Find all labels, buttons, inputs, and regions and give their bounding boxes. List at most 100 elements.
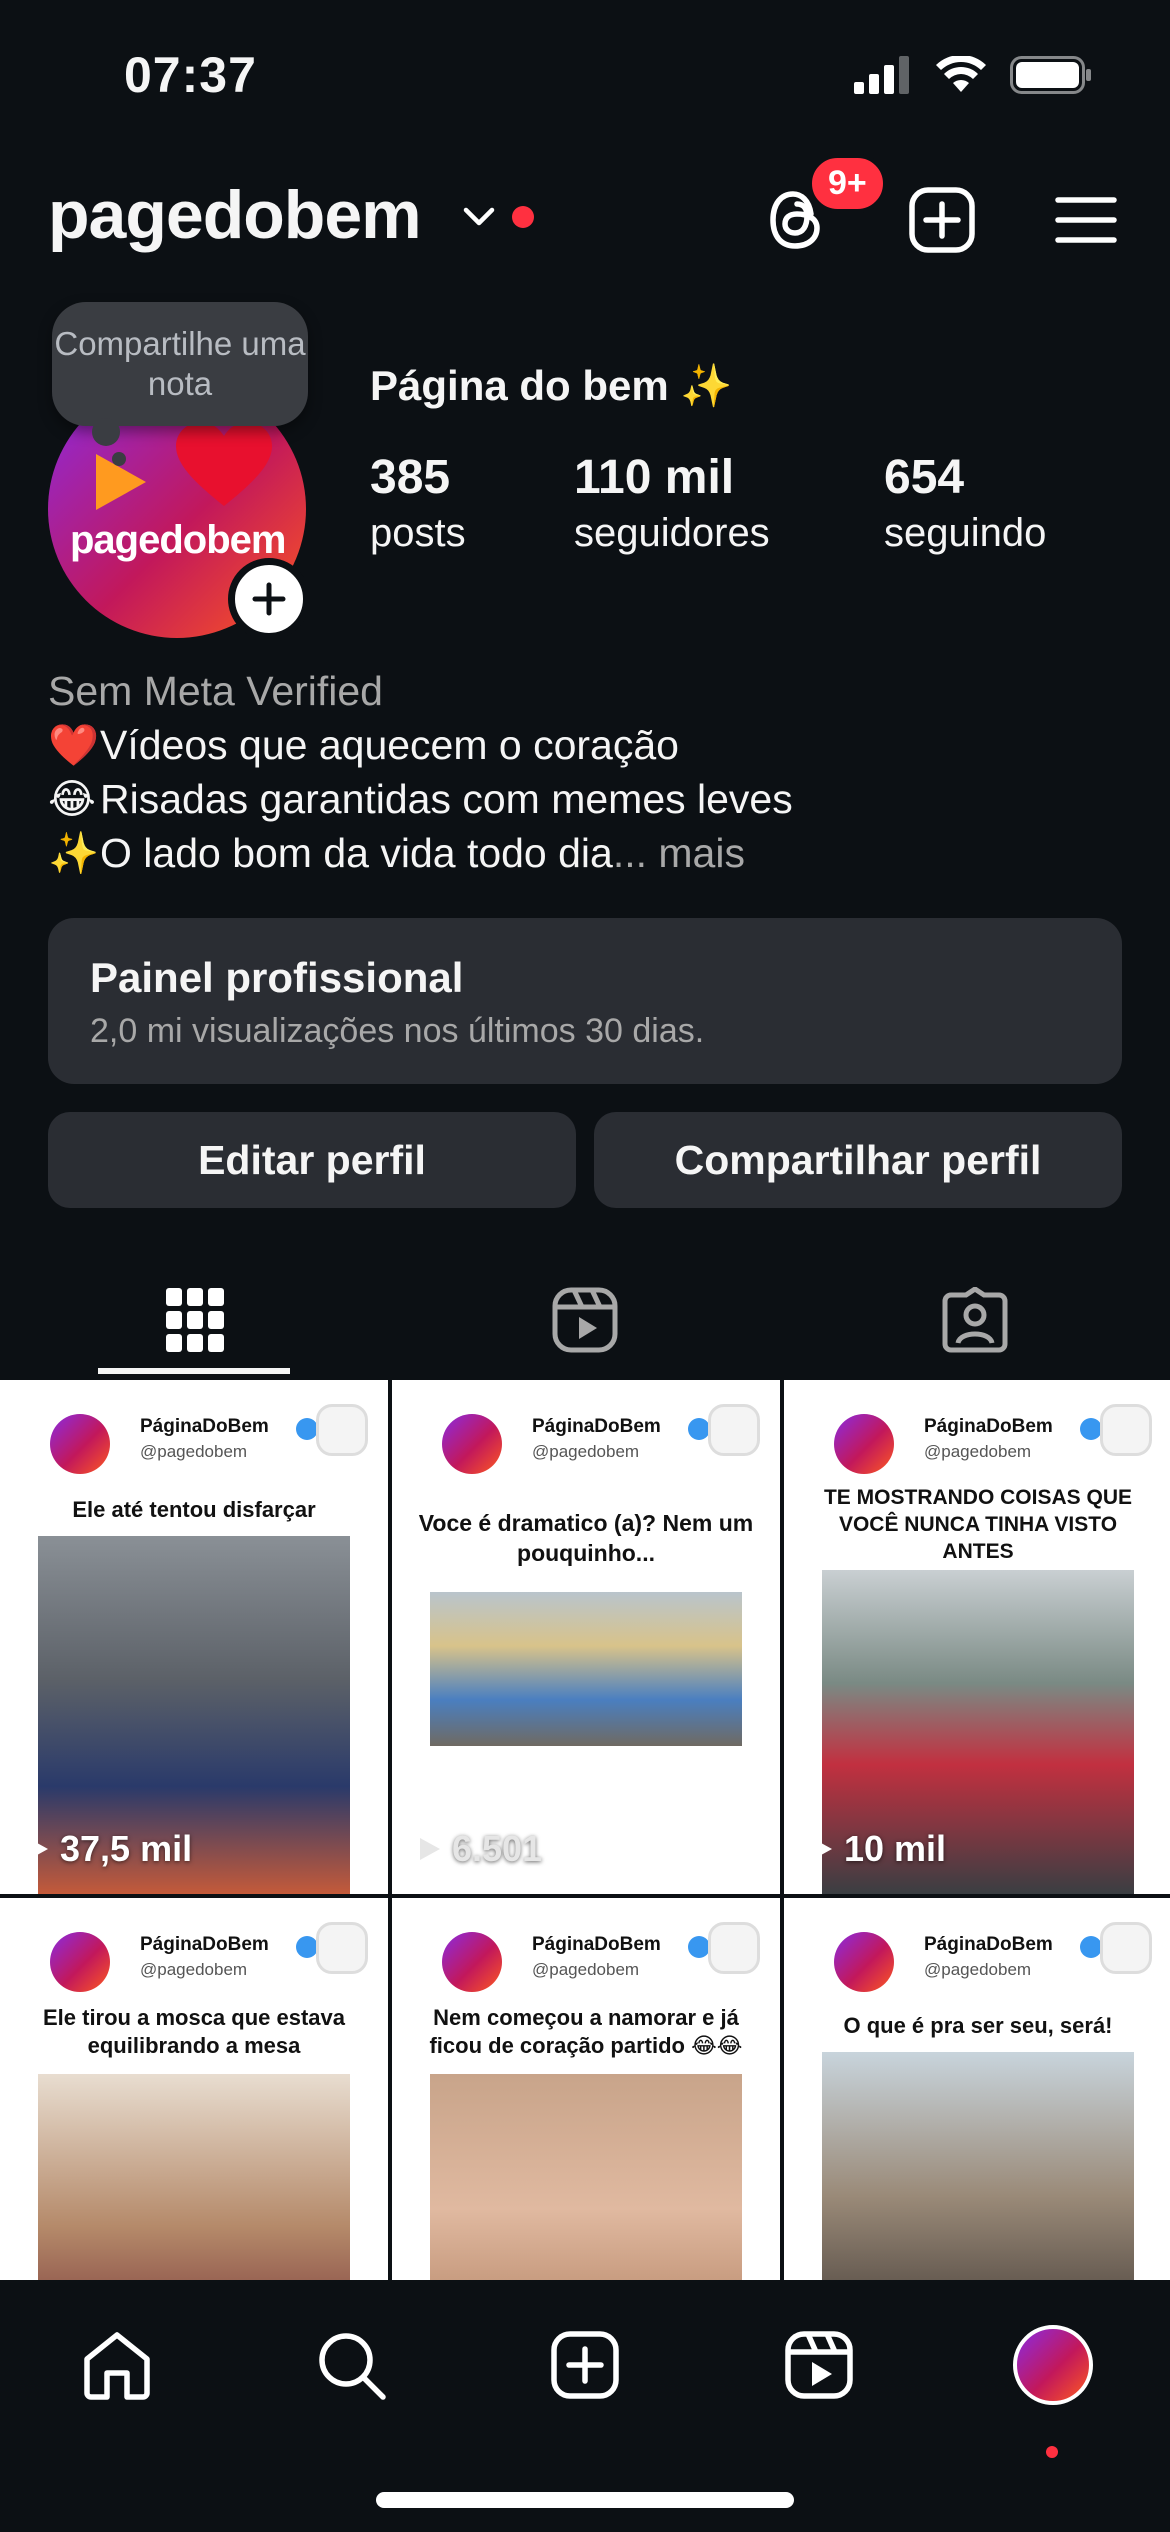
notification-dot — [512, 206, 534, 228]
profile-avatar-icon — [1013, 2325, 1093, 2405]
account-switcher-username[interactable]: pagedobem — [48, 176, 422, 254]
post-photo — [430, 1592, 742, 1746]
post-header: PáginaDoBem @pagedobem — [0, 1380, 388, 1474]
menu-icon — [1055, 197, 1117, 243]
cellular-signal-icon — [854, 56, 909, 94]
reel-icon — [316, 1404, 368, 1456]
nav-search[interactable] — [306, 2320, 396, 2410]
stat-label: seguindo — [884, 511, 1047, 555]
stat-followers[interactable]: 110 mil seguidores — [574, 450, 770, 556]
post-avatar — [442, 1414, 502, 1474]
post-avatar — [834, 1414, 894, 1474]
post-thumbnail[interactable]: PáginaDoBem @pagedobem Ele tirou a mosca… — [0, 1898, 388, 2280]
menu-button[interactable] — [1046, 180, 1126, 260]
view-count-text: 10 mil — [844, 1828, 947, 1869]
stat-posts[interactable]: 385 posts — [370, 450, 466, 556]
active-tab-indicator — [98, 1368, 290, 1374]
home-icon — [84, 2332, 150, 2400]
note-bubble[interactable]: Compartilhe uma nota — [52, 302, 308, 426]
share-profile-button[interactable]: Compartilhar perfil — [594, 1112, 1122, 1208]
note-bubble-tail-small — [112, 452, 126, 466]
display-name: Página do bem ✨ — [370, 362, 733, 409]
post-thumbnail[interactable]: PáginaDoBem @pagedobem TE MOSTRANDO COIS… — [784, 1380, 1170, 1894]
play-count-icon — [420, 1838, 440, 1860]
reel-icon — [1100, 1922, 1152, 1974]
post-photo — [430, 2074, 742, 2280]
nav-home[interactable] — [72, 2320, 162, 2410]
home-indicator[interactable] — [376, 2492, 794, 2508]
create-icon — [551, 2331, 619, 2399]
post-name: PáginaDoBem — [140, 1416, 269, 1437]
posts-grid: PáginaDoBem @pagedobem Ele até tentou di… — [0, 1380, 1170, 2280]
bio: Sem Meta Verified ❤️Vídeos que aquecem o… — [48, 664, 1128, 880]
chevron-down-icon[interactable] — [462, 206, 496, 230]
post-photo — [822, 2052, 1134, 2280]
bio-line: 😂Risadas garantidas com memes leves — [48, 772, 1128, 826]
post-handle: @pagedobem — [532, 1960, 640, 1979]
verified-icon — [296, 1418, 318, 1440]
search-icon — [319, 2333, 386, 2400]
view-count-text: 6.501 — [452, 1828, 543, 1869]
tagged-icon — [942, 1287, 1008, 1353]
view-count-text: 37,5 mil — [60, 1828, 193, 1869]
threads-badge: 9+ — [808, 154, 887, 213]
reels-icon — [785, 2331, 853, 2399]
post-name: PáginaDoBem — [532, 1934, 661, 1955]
bio-more-link[interactable]: ... mais — [613, 830, 745, 876]
professional-dashboard[interactable]: Painel profissional 2,0 mi visualizações… — [48, 918, 1122, 1084]
bio-line: ✨O lado bom da vida todo dia... mais — [48, 826, 1128, 880]
post-name: PáginaDoBem — [924, 1934, 1053, 1955]
post-thumbnail[interactable]: PáginaDoBem @pagedobem Ele até tentou di… — [0, 1380, 388, 1894]
post-header: PáginaDoBem @pagedobem — [784, 1380, 1170, 1474]
note-bubble-tail — [92, 418, 120, 446]
post-header: PáginaDoBem @pagedobem — [784, 1898, 1170, 1992]
battery-icon — [1010, 56, 1091, 94]
post-caption: Ele até tentou disfarçar — [72, 1497, 316, 1522]
view-count: 37,5 mil — [22, 1828, 192, 1870]
post-handle: @pagedobem — [532, 1442, 640, 1461]
tab-posts-grid[interactable] — [0, 1270, 390, 1370]
bio-line-text: Risadas garantidas com memes leves — [100, 776, 793, 822]
nav-profile[interactable] — [1008, 2320, 1098, 2410]
post-caption: O que é pra ser seu, será! — [843, 2013, 1113, 2038]
verified-icon — [1080, 1936, 1102, 1958]
create-button[interactable] — [902, 180, 982, 260]
post-name: PáginaDoBem — [532, 1416, 661, 1437]
view-count: 6.501 — [414, 1828, 542, 1870]
post-thumbnail[interactable]: PáginaDoBem @pagedobem Voce é dramatico … — [392, 1380, 780, 1894]
status-time: 07:37 — [124, 47, 257, 103]
add-story-button[interactable] — [228, 558, 310, 640]
post-avatar — [50, 1414, 110, 1474]
play-count-icon — [28, 1838, 48, 1860]
status-bar: 07:37 — [0, 0, 1170, 150]
tab-reels[interactable] — [390, 1270, 780, 1370]
post-name: PáginaDoBem — [924, 1416, 1053, 1437]
stat-number: 110 mil — [574, 451, 735, 504]
post-avatar — [50, 1932, 110, 1992]
post-thumbnail[interactable]: PáginaDoBem @pagedobem O que é pra ser s… — [784, 1898, 1170, 2280]
stat-number: 654 — [884, 451, 965, 504]
stat-label: seguidores — [574, 511, 770, 555]
note-text: Compartilhe uma nota — [54, 325, 306, 402]
stat-number: 385 — [370, 451, 451, 504]
verified-icon — [1080, 1418, 1102, 1440]
edit-profile-button[interactable]: Editar perfil — [48, 1112, 576, 1208]
nav-reels[interactable] — [774, 2320, 864, 2410]
create-plus-icon — [909, 187, 975, 253]
post-avatar — [834, 1932, 894, 1992]
bio-category[interactable]: Sem Meta Verified — [48, 664, 1128, 718]
stat-following[interactable]: 654 seguindo — [884, 450, 1046, 556]
nav-create[interactable] — [540, 2320, 630, 2410]
view-count: 10 mil — [806, 1828, 946, 1870]
post-handle: @pagedobem — [924, 1442, 1032, 1461]
verified-icon — [688, 1936, 710, 1958]
verified-icon — [688, 1418, 710, 1440]
post-avatar — [442, 1932, 502, 1992]
post-caption: Nem começou a namorar e já ficou de cora… — [429, 2005, 743, 2058]
post-photo — [38, 2074, 350, 2280]
reel-icon — [708, 1404, 760, 1456]
tab-tagged[interactable] — [780, 1270, 1170, 1370]
profile-notification-dot — [1046, 2446, 1058, 2458]
post-thumbnail[interactable]: PáginaDoBem @pagedobem Nem começou a nam… — [392, 1898, 780, 2280]
reel-icon — [316, 1922, 368, 1974]
